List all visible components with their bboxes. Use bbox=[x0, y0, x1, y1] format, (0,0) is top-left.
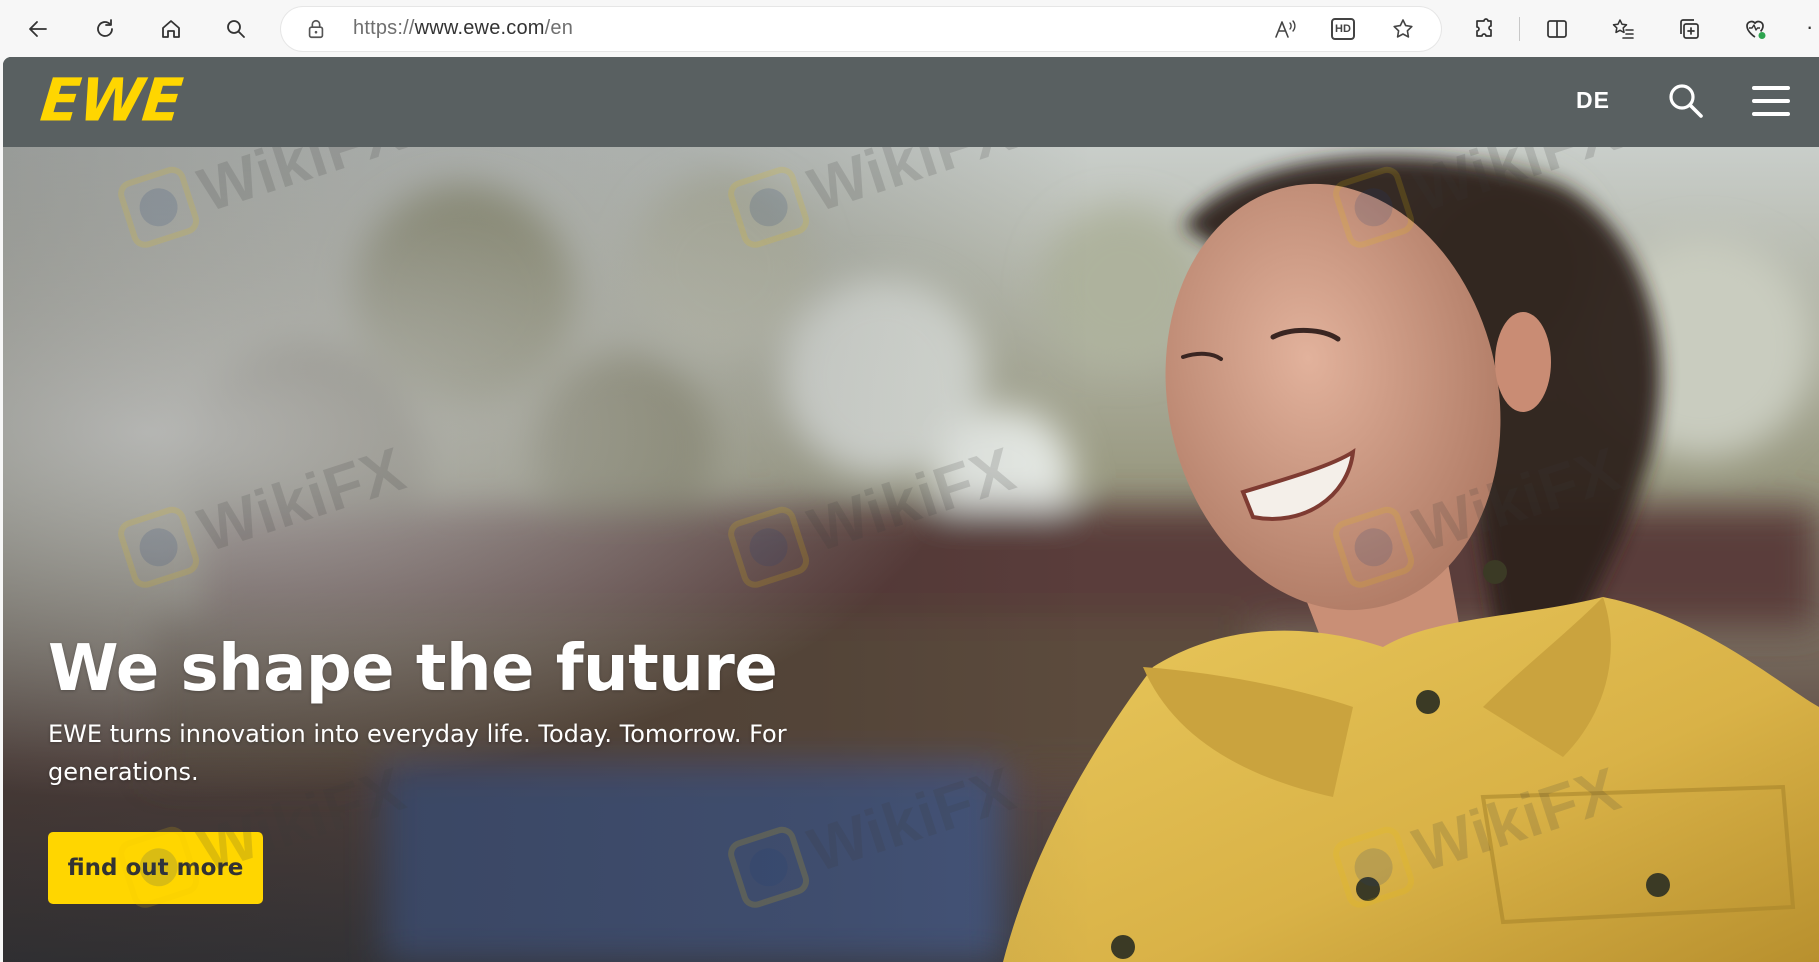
address-bar[interactable]: https://www.ewe.com/en HD bbox=[281, 7, 1441, 51]
heart-pulse-icon bbox=[1746, 20, 1766, 39]
read-aloud-button[interactable] bbox=[1271, 15, 1299, 43]
star-icon bbox=[1393, 19, 1413, 38]
favorites-list-icon bbox=[1612, 19, 1634, 39]
search-icon[interactable] bbox=[1666, 81, 1706, 121]
refresh-icon bbox=[97, 19, 113, 37]
home-icon bbox=[162, 20, 180, 38]
search-icon bbox=[227, 20, 245, 38]
browser-toolbar: https://www.ewe.com/en HD · bbox=[0, 0, 1819, 57]
split-screen-icon bbox=[1547, 20, 1567, 38]
hero-title: We shape the future bbox=[48, 632, 778, 706]
url-text[interactable]: https://www.ewe.com/en bbox=[353, 17, 573, 40]
puzzle-icon bbox=[1476, 18, 1492, 37]
collections-icon bbox=[1680, 19, 1699, 39]
favorite-button[interactable] bbox=[1389, 15, 1417, 43]
collections-button[interactable] bbox=[1669, 9, 1709, 49]
url-host: www.ewe.com bbox=[414, 17, 545, 39]
split-screen-button[interactable] bbox=[1537, 9, 1577, 49]
read-aloud-icon bbox=[1275, 20, 1296, 38]
url-path: /en bbox=[544, 17, 574, 39]
hd-badge[interactable]: HD bbox=[1331, 18, 1355, 40]
webpage: EWE DE We shape the future EWE turns inn… bbox=[3, 57, 1819, 962]
more-options-button[interactable]: · bbox=[1806, 14, 1813, 40]
hamburger-menu-icon[interactable] bbox=[1751, 83, 1791, 119]
ewe-logo[interactable]: EWE bbox=[37, 65, 185, 134]
hero-subtitle: EWE turns innovation into everyday life.… bbox=[48, 720, 787, 786]
arrow-left-icon bbox=[29, 21, 47, 37]
language-switch[interactable]: DE bbox=[1576, 87, 1610, 114]
extensions-button[interactable] bbox=[1464, 9, 1504, 49]
lock-icon[interactable] bbox=[305, 18, 327, 40]
url-scheme: https:// bbox=[353, 17, 415, 39]
home-button[interactable] bbox=[151, 9, 191, 49]
refresh-button[interactable] bbox=[85, 9, 125, 49]
back-button[interactable] bbox=[18, 9, 58, 49]
browser-essentials-button[interactable] bbox=[1735, 9, 1775, 49]
favorites-button[interactable] bbox=[1603, 9, 1643, 49]
browser-search-button[interactable] bbox=[216, 9, 256, 49]
hero-section: WikiFX WikiFX WikiFX WikiFX WikiFX WikiF… bbox=[3, 147, 1819, 962]
hero-shade bbox=[3, 147, 1819, 962]
find-out-more-button[interactable]: find out more bbox=[48, 832, 263, 904]
site-header: EWE DE bbox=[3, 57, 1819, 147]
toolbar-divider bbox=[1519, 17, 1520, 41]
